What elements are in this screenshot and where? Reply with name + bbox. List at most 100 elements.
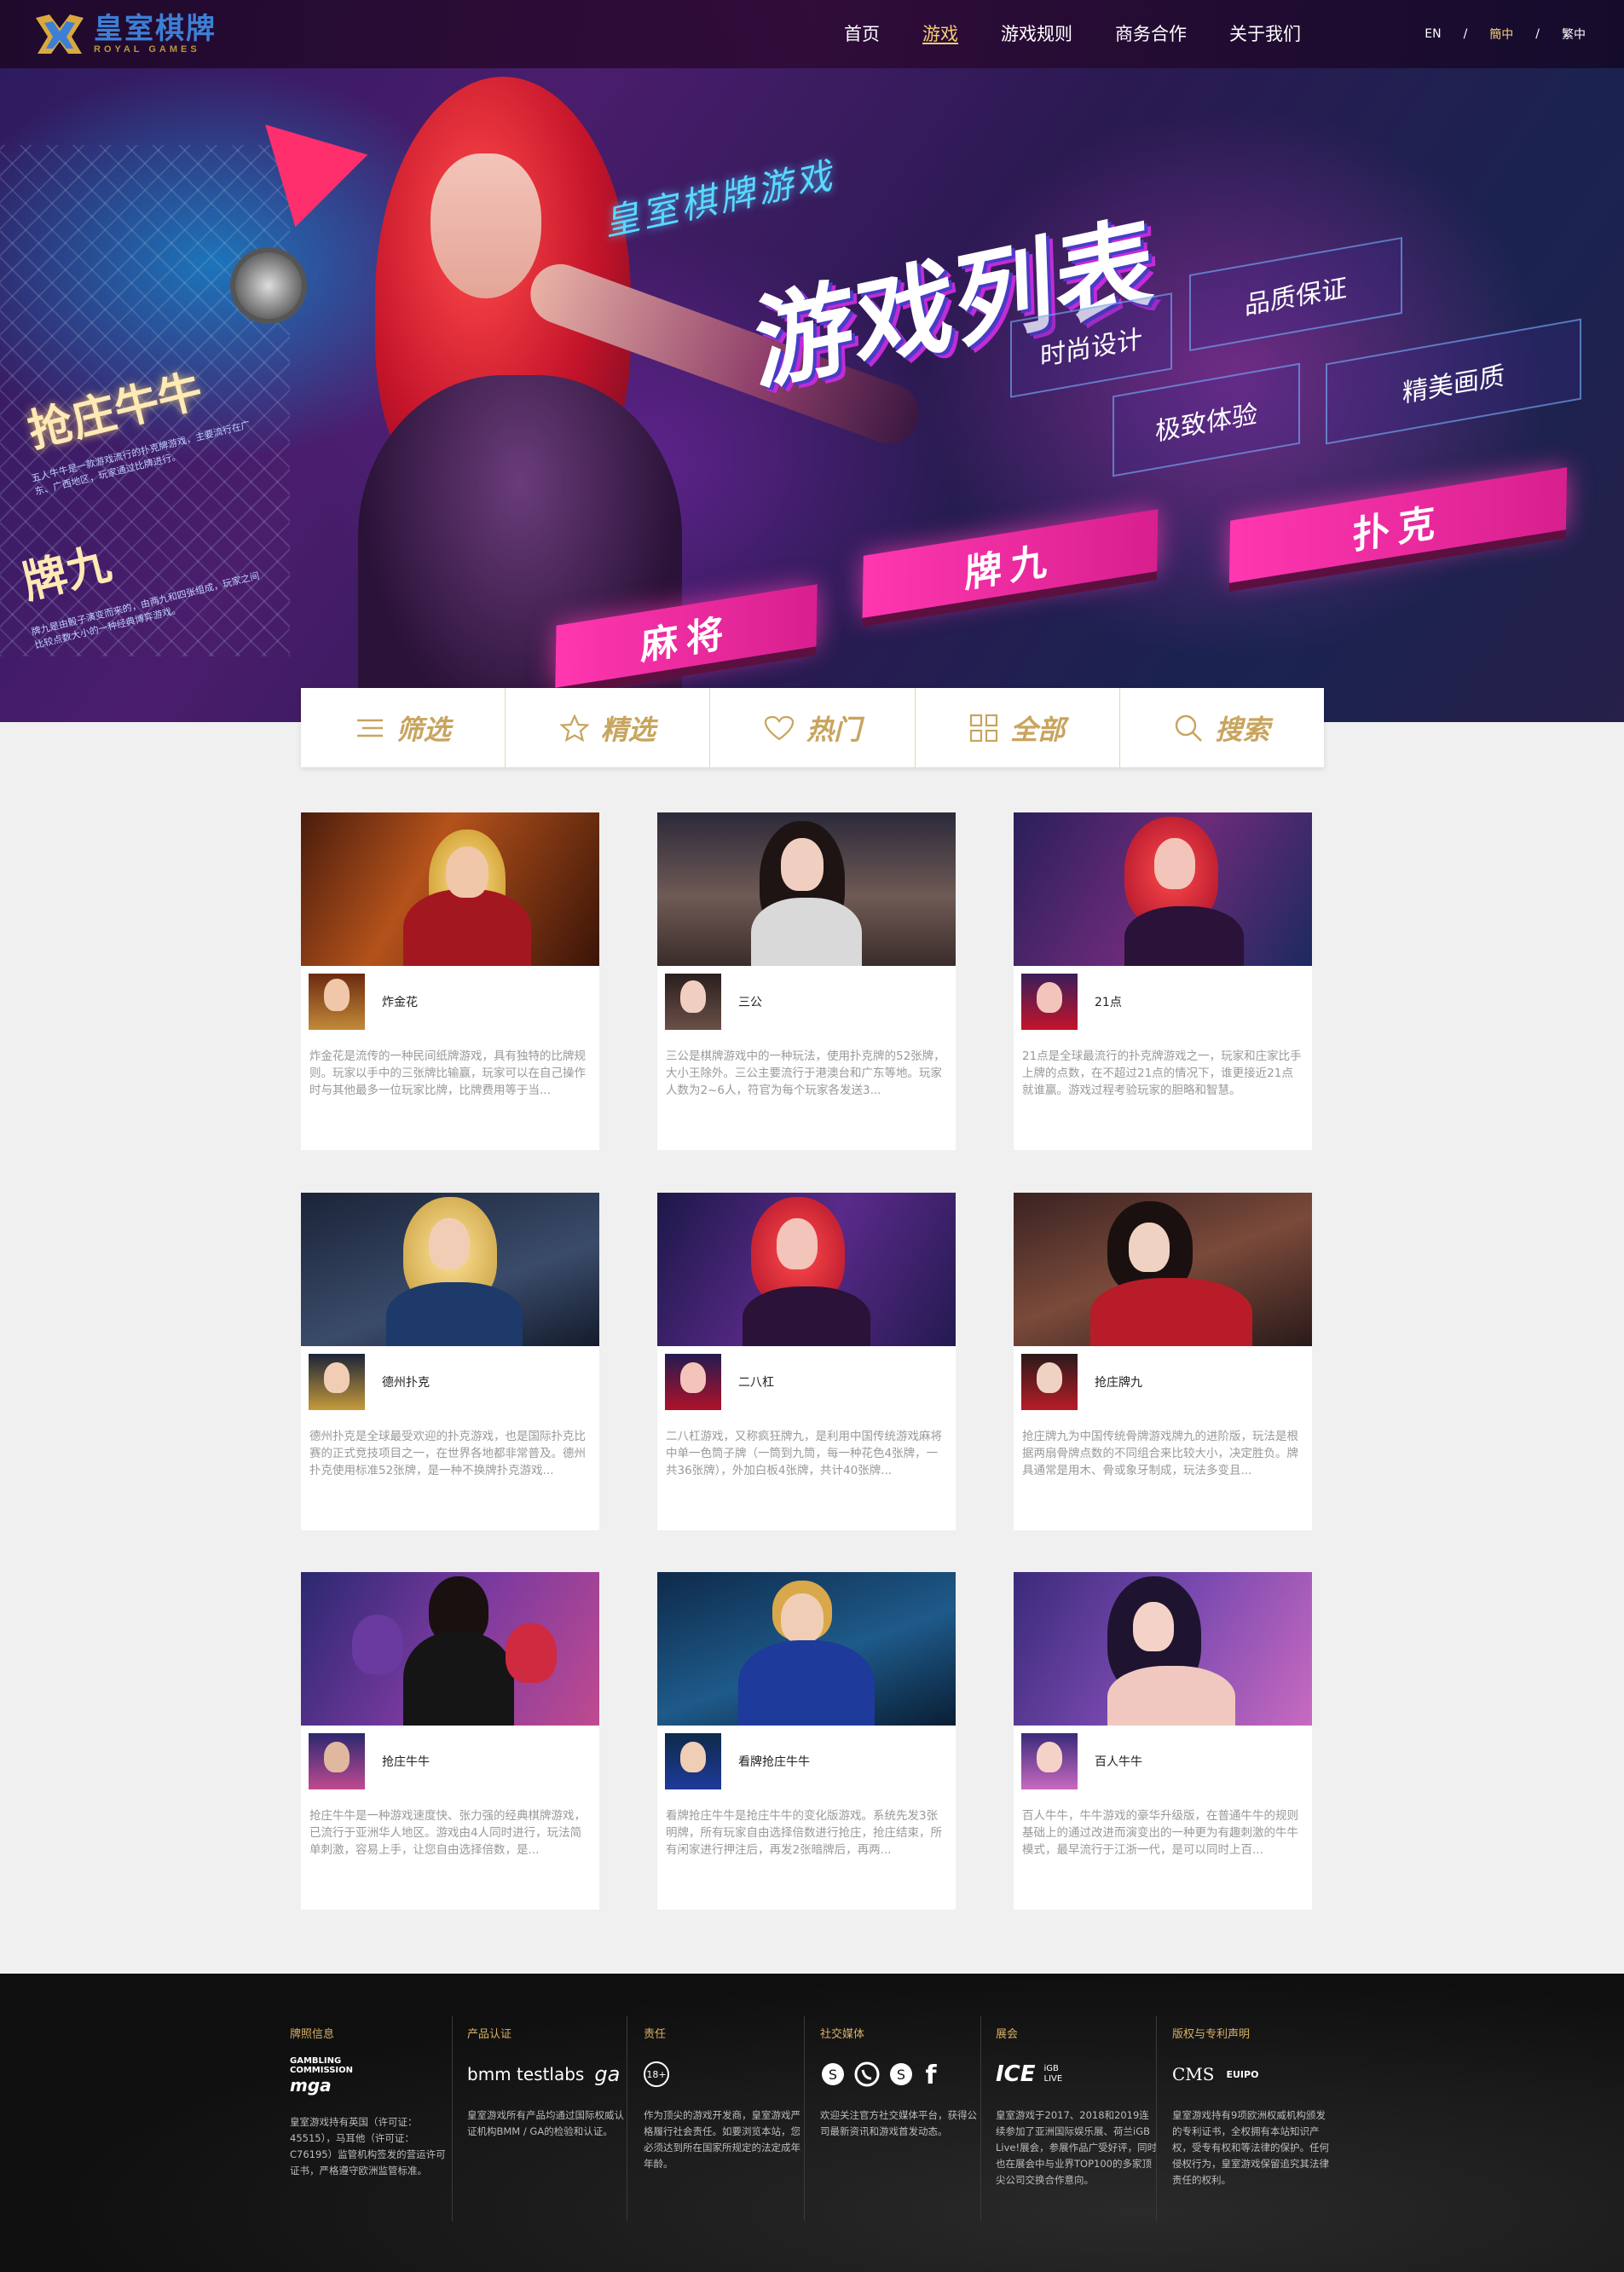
game-thumbnail	[1021, 974, 1078, 1030]
game-card[interactable]: 抢庄牛牛 抢庄牛牛是一种游戏速度快、张力强的经典棋牌游戏，已流行于亚洲华人地区。…	[301, 1572, 599, 1910]
tab-featured[interactable]: 精选	[506, 688, 711, 767]
heart-icon	[764, 715, 795, 740]
game-description: 抢庄牛牛是一种游戏速度快、张力强的经典棋牌游戏，已流行于亚洲华人地区。游戏由4人…	[309, 1809, 586, 1857]
tab-label: 筛选	[396, 713, 451, 746]
footer-logos: S S f	[820, 2056, 982, 2092]
lang-separator: /	[1535, 27, 1540, 41]
game-card[interactable]: 三公 三公是棋牌游戏中的一种玩法，使用扑克牌的52张牌，大小王除外。三公主要流行…	[657, 812, 956, 1150]
footer-copyright: 版权与专利声明 CMS EUIPO 皇室游戏持有9项欧洲权威机构颁发的专利证书，…	[1172, 2025, 1334, 2221]
language-switcher: EN / 簡中 / 繁中	[1411, 0, 1586, 68]
lang-simplified[interactable]: 簡中	[1489, 26, 1513, 43]
whatsapp-icon[interactable]	[854, 2061, 880, 2087]
tab-label: 精选	[600, 713, 656, 746]
game-card-header: 21点	[1014, 966, 1312, 1038]
game-description: 21点是全球最流行的扑克牌游戏之一，玩家和庄家比手上牌的点数，在不超过21点的情…	[1022, 1049, 1302, 1097]
logo-chinese: 皇室棋牌	[94, 12, 217, 46]
footer-license: 牌照信息 GAMBLING COMMISSION mga 皇室游戏持有英国（许可…	[290, 2025, 452, 2221]
game-name: 炸金花	[382, 996, 418, 1009]
footer-social: 社交媒体 S S f 欢迎关注官方社交媒体平台，获得公司最新资讯和游戏首发动态。	[820, 2025, 982, 2221]
game-card-image	[1014, 1572, 1312, 1726]
footer-title: 责任	[644, 2028, 667, 2041]
tab-label: 全部	[1010, 713, 1066, 746]
svg-text:S: S	[829, 2067, 837, 2083]
game-name: 抢庄牛牛	[382, 1755, 430, 1769]
footer-logos: 18+	[644, 2056, 806, 2092]
nav-about[interactable]: 关于我们	[1229, 0, 1301, 68]
game-description: 百人牛牛，牛牛游戏的豪华升级版，在普通牛牛的规则基础上的通过改进而演变出的一种更…	[1022, 1809, 1298, 1857]
list-icon	[356, 719, 383, 737]
footer-text: 皇室游戏于2017、2018和2019连续参加了亚洲国际娱乐展、荷兰iGB Li…	[996, 2109, 1158, 2186]
nav-business[interactable]: 商务合作	[1115, 0, 1187, 68]
game-card-header: 二八杠	[657, 1346, 956, 1418]
mga-logo: mga	[290, 2075, 332, 2096]
lang-en[interactable]: EN	[1425, 27, 1441, 41]
filter-tabs: 筛选 精选 热门 全部 搜索	[301, 688, 1324, 767]
svg-text:S: S	[897, 2067, 905, 2083]
tab-hot[interactable]: 热门	[710, 688, 916, 767]
ice-logo: ICE	[996, 2061, 1036, 2087]
game-name: 抢庄牌九	[1095, 1376, 1142, 1390]
game-thumbnail	[309, 1733, 365, 1789]
game-card-header: 德州扑克	[301, 1346, 599, 1418]
game-card[interactable]: 炸金花 炸金花是流传的一种民间纸牌游戏，具有独特的比牌规则。玩家以手中的三张牌比…	[301, 812, 599, 1150]
game-card[interactable]: 德州扑克 德州扑克是全球最受欢迎的扑克游戏，也是国际扑克比赛的正式竞技项目之一，…	[301, 1193, 599, 1530]
footer-divider	[980, 2016, 981, 2221]
game-card-image	[1014, 1193, 1312, 1346]
site-logo[interactable]: 皇室棋牌 ROYAL GAMES	[32, 9, 217, 60]
game-description: 抢庄牌九为中国传统骨牌游戏牌九的进阶版，玩法是根据两扇骨牌点数的不同组合来比较大…	[1022, 1430, 1298, 1477]
footer-logos: CMS EUIPO	[1172, 2056, 1334, 2092]
game-thumbnail	[665, 974, 721, 1030]
tab-filter[interactable]: 筛选	[301, 688, 506, 767]
game-card[interactable]: 抢庄牌九 抢庄牌九为中国传统骨牌游戏牌九的进阶版，玩法是根据两扇骨牌点数的不同组…	[1014, 1193, 1312, 1530]
game-thumbnail	[1021, 1354, 1078, 1410]
star-icon	[559, 714, 589, 742]
game-card-header: 炸金花	[301, 966, 599, 1038]
site-footer: 牌照信息 GAMBLING COMMISSION mga 皇室游戏持有英国（许可…	[0, 1974, 1624, 2272]
game-thumbnail	[309, 1354, 365, 1410]
game-description: 炸金花是流传的一种民间纸牌游戏，具有独特的比牌规则。玩家以手中的三张牌比输赢，玩…	[309, 1049, 586, 1097]
game-description: 德州扑克是全球最受欢迎的扑克游戏，也是国际扑克比赛的正式竞技项目之一，在世界各地…	[309, 1430, 586, 1477]
tab-label: 搜索	[1215, 713, 1270, 746]
footer-responsibility: 责任 18+ 作为顶尖的游戏开发商，皇室游戏严格履行社会责任。如要浏览本站，您必…	[644, 2025, 806, 2221]
nav-home[interactable]: 首页	[844, 0, 880, 68]
skype-icon[interactable]: S	[888, 2061, 914, 2087]
footer-title: 牌照信息	[290, 2028, 335, 2041]
game-name: 三公	[738, 996, 762, 1009]
game-thumbnail	[665, 1733, 721, 1789]
footer-title: 展会	[996, 2028, 1019, 2041]
game-card-header: 百人牛牛	[1014, 1726, 1312, 1797]
game-thumbnail	[309, 974, 365, 1030]
game-name: 21点	[1095, 996, 1122, 1009]
footer-title: 版权与专利声明	[1172, 2028, 1251, 2041]
footer-logos: ICE iGB LIVE	[996, 2056, 1158, 2092]
game-card-image	[301, 1193, 599, 1346]
game-card[interactable]: 二八杠 二八杠游戏，又称疯狂牌九，是利用中国传统游戏麻将中单一色筒子牌（一筒到九…	[657, 1193, 956, 1530]
grid-icon	[970, 714, 998, 742]
nav-rules[interactable]: 游戏规则	[1001, 0, 1072, 68]
footer-exhibition: 展会 ICE iGB LIVE 皇室游戏于2017、2018和2019连续参加了…	[996, 2025, 1158, 2221]
facebook-icon[interactable]: f	[922, 2061, 939, 2087]
game-description: 二八杠游戏，又称疯狂牌九，是利用中国传统游戏麻将中单一色筒子牌（一筒到九筒，每一…	[666, 1430, 942, 1477]
game-card-header: 看牌抢庄牛牛	[657, 1726, 956, 1797]
nav-games[interactable]: 游戏	[922, 0, 958, 68]
game-name: 看牌抢庄牛牛	[738, 1755, 810, 1769]
lang-separator: /	[1463, 27, 1468, 41]
footer-text: 欢迎关注官方社交媒体平台，获得公司最新资讯和游戏首发动态。	[820, 2109, 977, 2137]
skype-icon[interactable]: S	[820, 2061, 846, 2087]
gambling-commission-logo: GAMBLING COMMISSION	[290, 2056, 354, 2075]
game-card[interactable]: 看牌抢庄牛牛 看牌抢庄牛牛是抢庄牛牛的变化版游戏。系统先发3张明牌，所有玩家自由…	[657, 1572, 956, 1910]
footer-certification: 产品认证 bmm testlabs ga 皇室游戏所有产品均通过国际权威认证机构…	[467, 2025, 629, 2221]
footer-logos: GAMBLING COMMISSION mga	[290, 2056, 452, 2099]
game-card[interactable]: 百人牛牛 百人牛牛，牛牛游戏的豪华升级版，在普通牛牛的规则基础上的通过改进而演变…	[1014, 1572, 1312, 1910]
tab-search[interactable]: 搜索	[1120, 688, 1324, 767]
lang-traditional[interactable]: 繁中	[1562, 26, 1586, 43]
game-card-header: 抢庄牌九	[1014, 1346, 1312, 1418]
footer-text: 皇室游戏持有英国（许可证：45515），马耳他（许可证：C76195）监管机构签…	[290, 2116, 446, 2177]
footer-text: 皇室游戏所有产品均通过国际权威认证机构BMM / GA的检验和认证。	[467, 2109, 624, 2137]
ga-logo: ga	[594, 2062, 621, 2086]
tab-all[interactable]: 全部	[916, 688, 1120, 767]
game-card[interactable]: 21点 21点是全球最流行的扑克牌游戏之一，玩家和庄家比手上牌的点数，在不超过2…	[1014, 812, 1312, 1150]
footer-logos: bmm testlabs ga	[467, 2056, 629, 2092]
game-card-image	[657, 1193, 956, 1346]
game-name: 德州扑克	[382, 1376, 430, 1390]
